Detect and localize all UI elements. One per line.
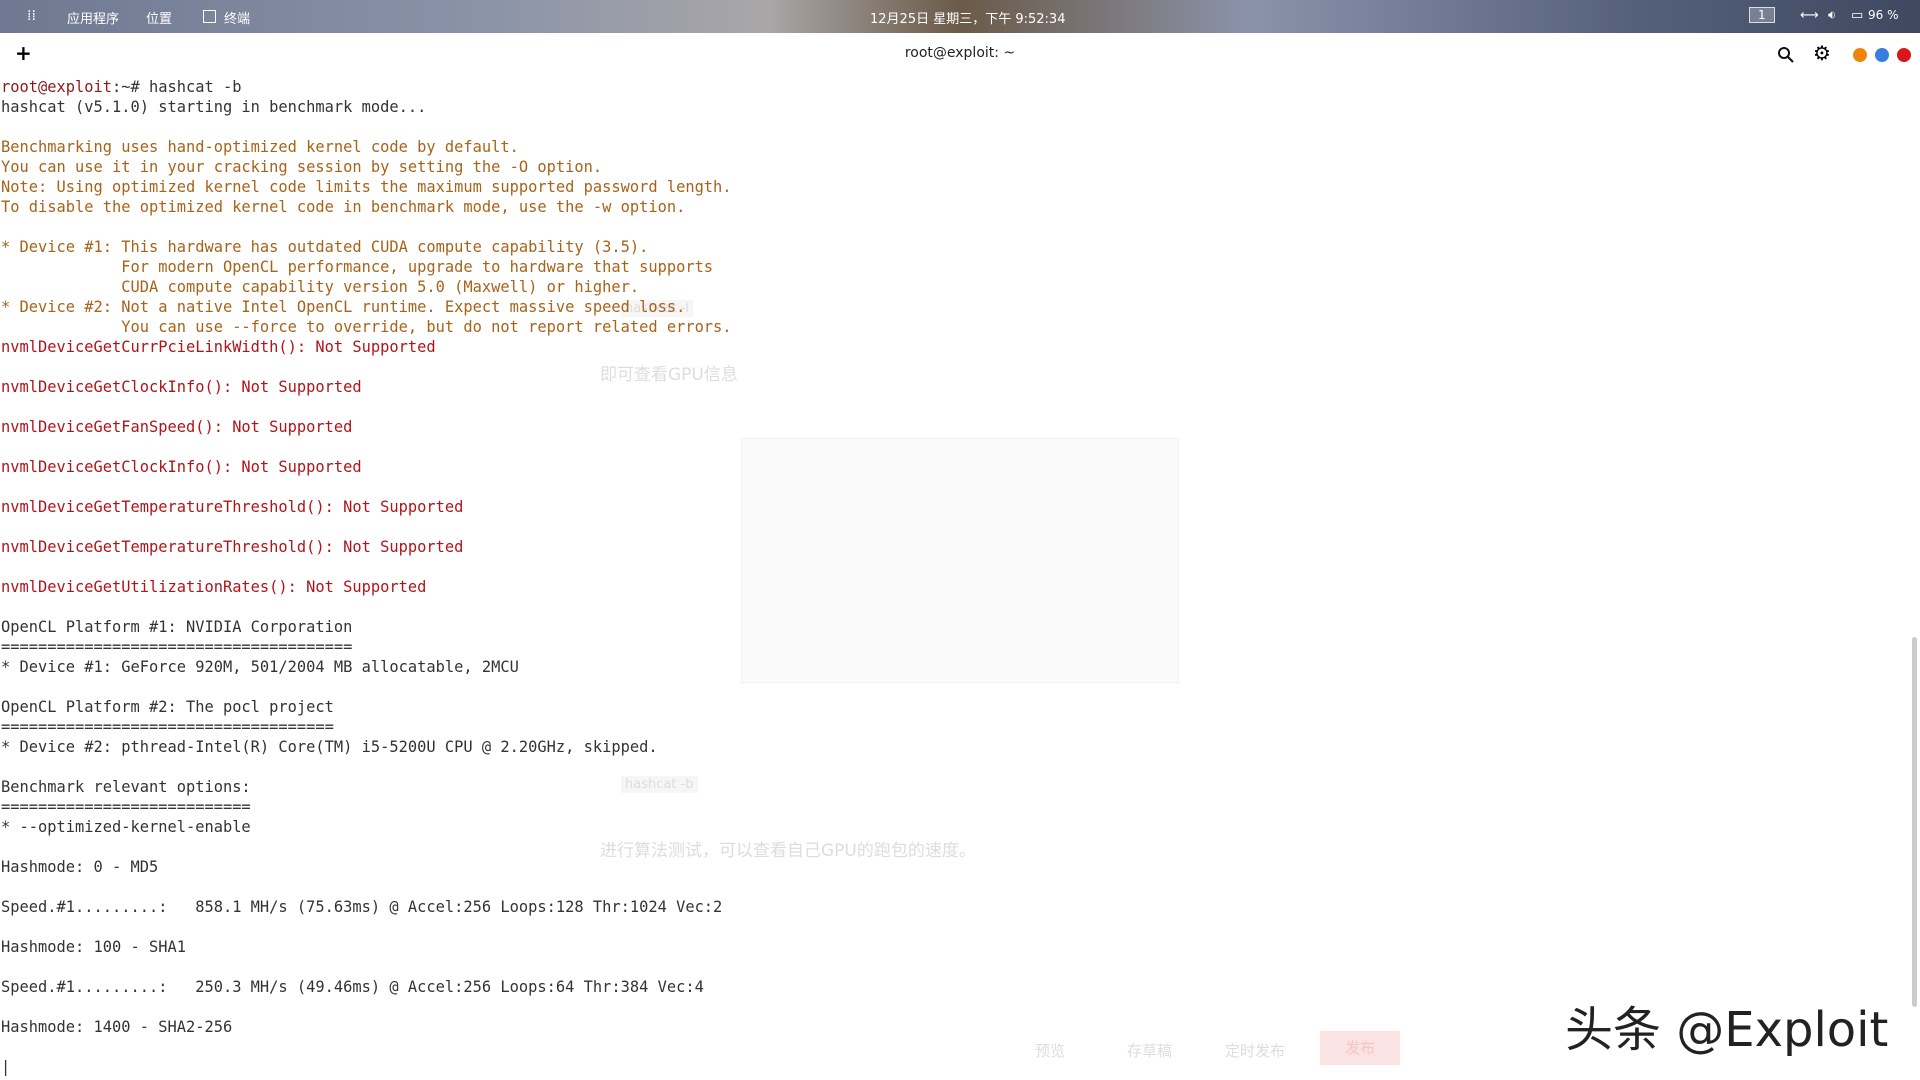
terminal-line: * Device #2: pthread-Intel(R) Core(TM) i… [1, 737, 658, 756]
places-menu[interactable]: 位置 [146, 8, 172, 27]
terminal-line: Hashmode: 100 - SHA1 [1, 937, 186, 956]
top-panel: ⁞⁞ 应用程序 位置 终端 12月25日 星期三，下午 9:52:34 1 ⟷ … [0, 0, 1920, 33]
terminal-line: ==================================== [1, 717, 334, 736]
terminal-line: nvmlDeviceGetTemperatureThreshold(): Not… [1, 497, 464, 516]
terminal-line: nvmlDeviceGetCurrPcieLinkWidth(): Not Su… [1, 337, 436, 356]
terminal-line: nvmlDeviceGetClockInfo(): Not Supported [1, 457, 362, 476]
terminal-output[interactable]: root@exploit:~# hashcat -b hashcat (v5.1.… [1, 77, 732, 1077]
terminal-line: You can use it in your cracking session … [1, 157, 603, 176]
workspace-indicator[interactable]: 1 [1749, 7, 1775, 23]
apps-grid-icon[interactable]: ⁞⁞ [27, 8, 36, 24]
terminal-line: nvmlDeviceGetTemperatureThreshold(): Not… [1, 537, 464, 556]
terminal-line: Hashmode: 1400 - SHA2-256 [1, 1017, 233, 1036]
terminal-line: OpenCL Platform #1: NVIDIA Corporation [1, 617, 353, 636]
terminal-line: OpenCL Platform #2: The pocl project [1, 697, 334, 716]
terminal-line: To disable the optimized kernel code in … [1, 197, 686, 216]
terminal-line: Benchmarking uses hand-optimized kernel … [1, 137, 519, 156]
terminal-line: Speed.#1.........: 858.1 MH/s (75.63ms) … [1, 897, 723, 916]
prompt-user-host: root@exploit [1, 77, 112, 96]
bg-preview-button: 预览 [1035, 1042, 1066, 1060]
terminal-line: nvmlDeviceGetClockInfo(): Not Supported [1, 377, 362, 396]
terminal-line: For modern OpenCL performance, upgrade t… [1, 257, 714, 276]
search-icon[interactable] [1777, 46, 1795, 64]
terminal-line: * --optimized-kernel-enable [1, 817, 251, 836]
maximize-button[interactable] [1875, 48, 1889, 62]
watermark: 头条 @Exploit [1565, 1002, 1889, 1058]
terminal-line: =========================== [1, 797, 251, 816]
clock[interactable]: 12月25日 星期三，下午 9:52:34 [870, 8, 1065, 27]
bg-draft-button: 存草稿 [1127, 1042, 1173, 1060]
battery-percent: 96 % [1868, 8, 1899, 22]
terminal-app-menu[interactable]: 终端 [224, 8, 250, 27]
terminal-cursor: | [1, 1057, 11, 1076]
apps-menu[interactable]: 应用程序 [67, 8, 119, 27]
terminal-line: ====================================== [1, 637, 353, 656]
terminal-line: root@exploit:~# hashcat -b [1, 77, 242, 96]
terminal-line: hashcat (v5.1.0) starting in benchmark m… [1, 97, 427, 116]
minimize-button[interactable] [1853, 48, 1867, 62]
terminal-line: * Device #1: GeForce 920M, 501/2004 MB a… [1, 657, 519, 676]
terminal-line: * Device #2: Not a native Intel OpenCL r… [1, 297, 686, 316]
terminal-line: Speed.#1.........: 250.3 MH/s (49.46ms) … [1, 977, 704, 996]
bg-publish-button: 发布 [1320, 1031, 1400, 1065]
terminal-icon [203, 10, 216, 23]
scrollbar[interactable] [1912, 637, 1917, 1007]
bg-image-placeholder [741, 438, 1179, 683]
terminal-titlebar: + root@exploit: ~ ⚙ [0, 33, 1920, 76]
terminal-line: You can use --force to override, but do … [1, 317, 732, 336]
terminal-line: Note: Using optimized kernel code limits… [1, 177, 732, 196]
close-button[interactable] [1897, 48, 1911, 62]
network-icon[interactable]: ⟷ [1800, 8, 1819, 23]
terminal-line: Benchmark relevant options: [1, 777, 251, 796]
terminal-line: nvmlDeviceGetFanSpeed(): Not Supported [1, 417, 353, 436]
volume-icon[interactable]: 🔉︎ [1828, 8, 1836, 23]
battery-icon[interactable]: ▭ [1851, 8, 1863, 23]
gear-icon[interactable]: ⚙ [1813, 41, 1831, 65]
terminal-line: nvmlDeviceGetUtilizationRates(): Not Sup… [1, 577, 427, 596]
window-title: root@exploit: ~ [904, 45, 1016, 61]
terminal-line: * Device #1: This hardware has outdated … [1, 237, 649, 256]
terminal-line: Hashmode: 0 - MD5 [1, 857, 159, 876]
terminal-line: CUDA compute capability version 5.0 (Max… [1, 277, 640, 296]
bg-schedule-button: 定时发布 [1225, 1042, 1286, 1060]
